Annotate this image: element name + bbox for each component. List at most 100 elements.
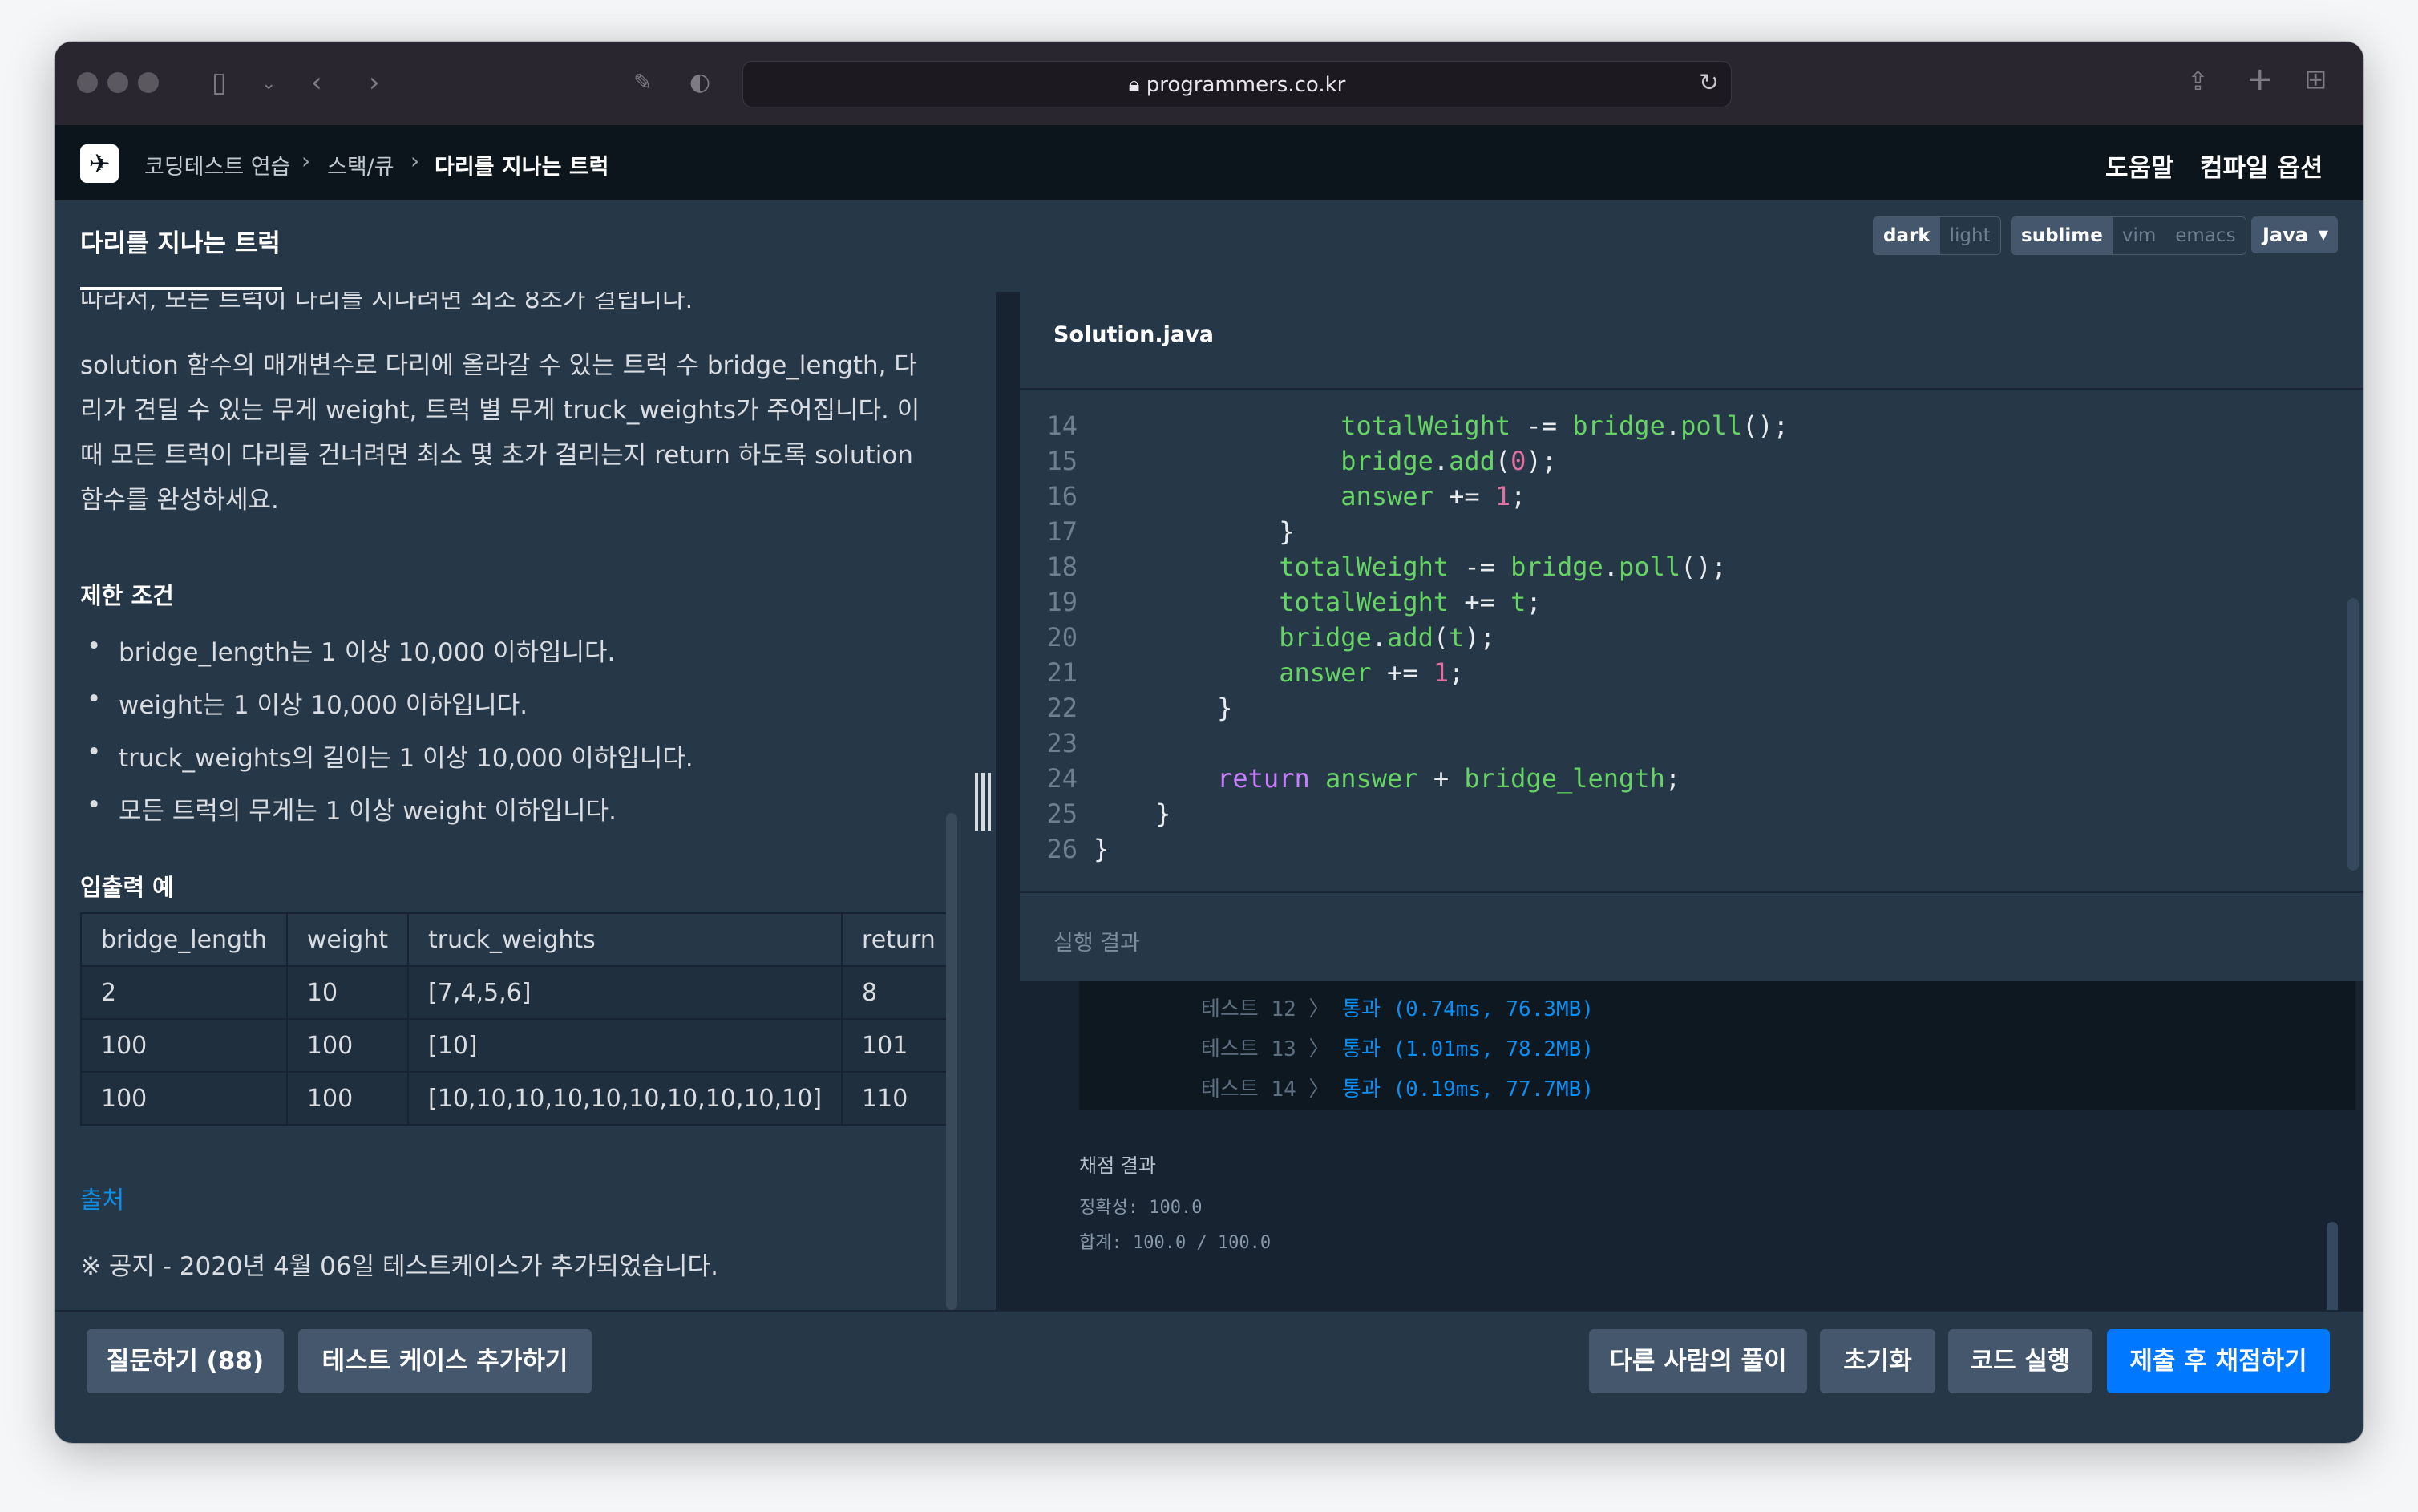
code-line: 18 totalWeight -= bridge.poll(); — [1046, 552, 1727, 582]
table-cell: 100 — [80, 1071, 288, 1126]
table-cell: [10,10,10,10,10,10,10,10,10,10] — [407, 1071, 843, 1126]
breadcrumb-separator-icon: › — [410, 148, 420, 174]
app-navbar: ✈ 코딩테스트 연습 › 스택/큐 › 다리를 지나는 트럭 도움말 컴파일 옵… — [55, 125, 2363, 200]
result-header: 실행 결과 — [1020, 891, 2363, 983]
test-result-row: 테스트 14 〉 통과 (0.19ms, 77.7MB) — [1201, 1077, 1594, 1102]
back-icon[interactable]: ‹ — [311, 69, 322, 96]
table-cell: 2 — [80, 965, 288, 1020]
io-heading: 입출력 예 — [80, 874, 174, 901]
panel-splitter[interactable] — [996, 292, 1020, 1310]
keymap-emacs-option[interactable]: emacs — [2165, 217, 2246, 254]
help-link[interactable]: 도움말 — [2105, 148, 2174, 184]
problem-header: 다리를 지나는 트럭 dark light sublime vim emacs … — [55, 200, 2363, 292]
ask-question-button[interactable]: 질문하기 (88) — [87, 1329, 284, 1393]
tab-overview-icon[interactable]: ⊞ — [2304, 66, 2327, 93]
code-line: 22 } — [1046, 693, 1233, 723]
score-total: 합계: 100.0 / 100.0 — [1079, 1233, 1272, 1253]
code-line: 26} — [1046, 834, 1110, 864]
code-line: 20 bridge.add(t); — [1046, 622, 1495, 653]
test-result-row: 테스트 13 〉 통과 (1.01ms, 78.2MB) — [1201, 1037, 1594, 1061]
compile-options-link[interactable]: 컴파일 옵션 — [2200, 148, 2323, 184]
sidebar-icon[interactable]: ▯ — [212, 69, 227, 96]
theme-toggle: dark light — [1873, 216, 2001, 255]
programmers-logo-icon[interactable]: ✈ — [80, 144, 119, 183]
add-testcase-button[interactable]: 테스트 케이스 추가하기 — [298, 1329, 592, 1393]
table-row: 2 10 [7,4,5,6] 8 — [80, 965, 956, 1020]
description-line: 때 모든 트럭이 다리를 건너려면 최소 몇 초가 걸리는지 return 하도… — [80, 441, 913, 470]
description-line: 리가 견딜 수 있는 무게 weight, 트럭 별 무게 truck_weig… — [80, 396, 920, 425]
table-header: bridge_length — [80, 912, 288, 967]
keymap-vim-option[interactable]: vim — [2112, 217, 2166, 254]
breadcrumb-current: 다리를 지나는 트럭 — [435, 155, 609, 180]
table-cell: 100 — [285, 1071, 410, 1126]
keymap-toggle: sublime vim emacs — [2011, 216, 2246, 255]
submit-button[interactable]: 제출 후 채점하기 — [2107, 1329, 2330, 1393]
io-example-table: bridge_length weight truck_weights retur… — [80, 912, 956, 1126]
code-line: 14 totalWeight -= bridge.poll(); — [1046, 410, 1789, 441]
source-link[interactable]: 출처 — [80, 1180, 124, 1215]
code-line: 19 totalWeight += t; — [1046, 587, 1542, 617]
constraint-item: weight는 1 이상 10,000 이하입니다. — [87, 685, 528, 721]
others-solutions-button[interactable]: 다른 사람의 풀이 — [1589, 1329, 1807, 1393]
code-line: 21 answer += 1; — [1046, 657, 1465, 688]
result-title: 실행 결과 — [1053, 931, 1140, 956]
table-cell: 100 — [80, 1018, 288, 1073]
table-cell: 8 — [841, 965, 956, 1020]
extension-icon[interactable]: ✎ — [633, 69, 652, 96]
close-window-button[interactable] — [77, 72, 98, 93]
chevron-down-icon[interactable]: ⌄ — [261, 71, 276, 98]
code-line: 25 } — [1046, 798, 1171, 829]
splitter-grip[interactable] — [981, 773, 985, 831]
table-cell: 110 — [841, 1071, 956, 1126]
minimize-window-button[interactable] — [107, 72, 128, 93]
code-line: 17 } — [1046, 516, 1295, 547]
test-result-row: 테스트 12 〉 통과 (0.74ms, 76.3MB) — [1201, 997, 1594, 1021]
url-text: programmers.co.kr — [1146, 73, 1346, 97]
table-header: weight — [285, 912, 410, 967]
table-cell: 100 — [285, 1018, 410, 1073]
splitter-grip[interactable] — [988, 773, 991, 831]
shield-icon[interactable]: ◐ — [689, 69, 710, 96]
table-row: 100 100 [10] 101 — [80, 1018, 956, 1073]
browser-toolbar: ▯ ⌄ ‹ › ✎ ◐ 🔒︎ programmers.co.kr ↻ ⇪ + ⊞ — [55, 42, 2363, 126]
editor-header: Solution.java — [1020, 292, 2363, 388]
code-line: 15 bridge.add(0); — [1046, 446, 1557, 476]
breadcrumb-stack-queue[interactable]: 스택/큐 — [327, 149, 394, 180]
constraint-item: bridge_length는 1 이상 10,000 이하입니다. — [87, 632, 615, 668]
table-header: truck_weights — [407, 912, 843, 967]
forward-icon[interactable]: › — [369, 69, 380, 96]
code-line: 16 answer += 1; — [1046, 481, 1526, 511]
reload-icon[interactable]: ↻ — [1699, 70, 1719, 97]
description-line: 함수를 완성하세요. — [80, 486, 279, 515]
result-panel: 테스트 12 〉 통과 (0.74ms, 76.3MB) 테스트 13 〉 통과… — [1020, 981, 2363, 1334]
editor-scrollbar[interactable] — [2347, 598, 2359, 871]
share-icon[interactable]: ⇪ — [2187, 67, 2209, 95]
lock-icon: 🔒︎ — [1128, 73, 1146, 97]
score-accuracy: 정확성: 100.0 — [1079, 1198, 1203, 1218]
table-cell: [7,4,5,6] — [407, 965, 843, 1020]
zoom-window-button[interactable] — [138, 72, 159, 93]
new-tab-icon[interactable]: + — [2246, 63, 2274, 95]
address-bar[interactable]: 🔒︎ programmers.co.kr ↻ — [742, 61, 1732, 107]
notice-text: ※ 공지 - 2020년 4월 06일 테스트케이스가 추가되었습니다. — [80, 1252, 718, 1281]
description-scrollbar[interactable] — [946, 813, 957, 1310]
run-code-button[interactable]: 코드 실행 — [1948, 1329, 2092, 1393]
title-underline — [80, 287, 282, 290]
language-select[interactable]: Java ▼ — [2251, 216, 2338, 253]
description-prev-line: 따라서, 모든 트럭이 다리를 지나려면 최소 8초가 걸립니다. — [80, 292, 693, 314]
constraint-item: truck_weights의 길이는 1 이상 10,000 이하입니다. — [87, 738, 693, 774]
splitter-grip[interactable] — [975, 773, 978, 831]
reset-button[interactable]: 초기화 — [1820, 1329, 1935, 1393]
description-line: solution 함수의 매개변수로 다리에 올라갈 수 있는 트럭 수 bri… — [80, 351, 917, 380]
table-header-row: bridge_length weight truck_weights retur… — [80, 912, 956, 967]
code-line: 23 — [1046, 728, 1078, 758]
table-header: return — [841, 912, 956, 967]
breadcrumb-coding-test[interactable]: 코딩테스트 연습 — [144, 149, 290, 180]
theme-dark-option[interactable]: dark — [1874, 217, 1940, 254]
editor-filename: Solution.java — [1053, 322, 1214, 347]
theme-light-option[interactable]: light — [1939, 217, 2000, 254]
browser-window: ▯ ⌄ ‹ › ✎ ◐ 🔒︎ programmers.co.kr ↻ ⇪ + ⊞… — [55, 42, 2363, 1443]
code-editor[interactable]: 14 totalWeight -= bridge.poll(); 15 brid… — [1020, 388, 2363, 893]
table-cell: 10 — [285, 965, 410, 1020]
keymap-sublime-option[interactable]: sublime — [2012, 217, 2113, 254]
